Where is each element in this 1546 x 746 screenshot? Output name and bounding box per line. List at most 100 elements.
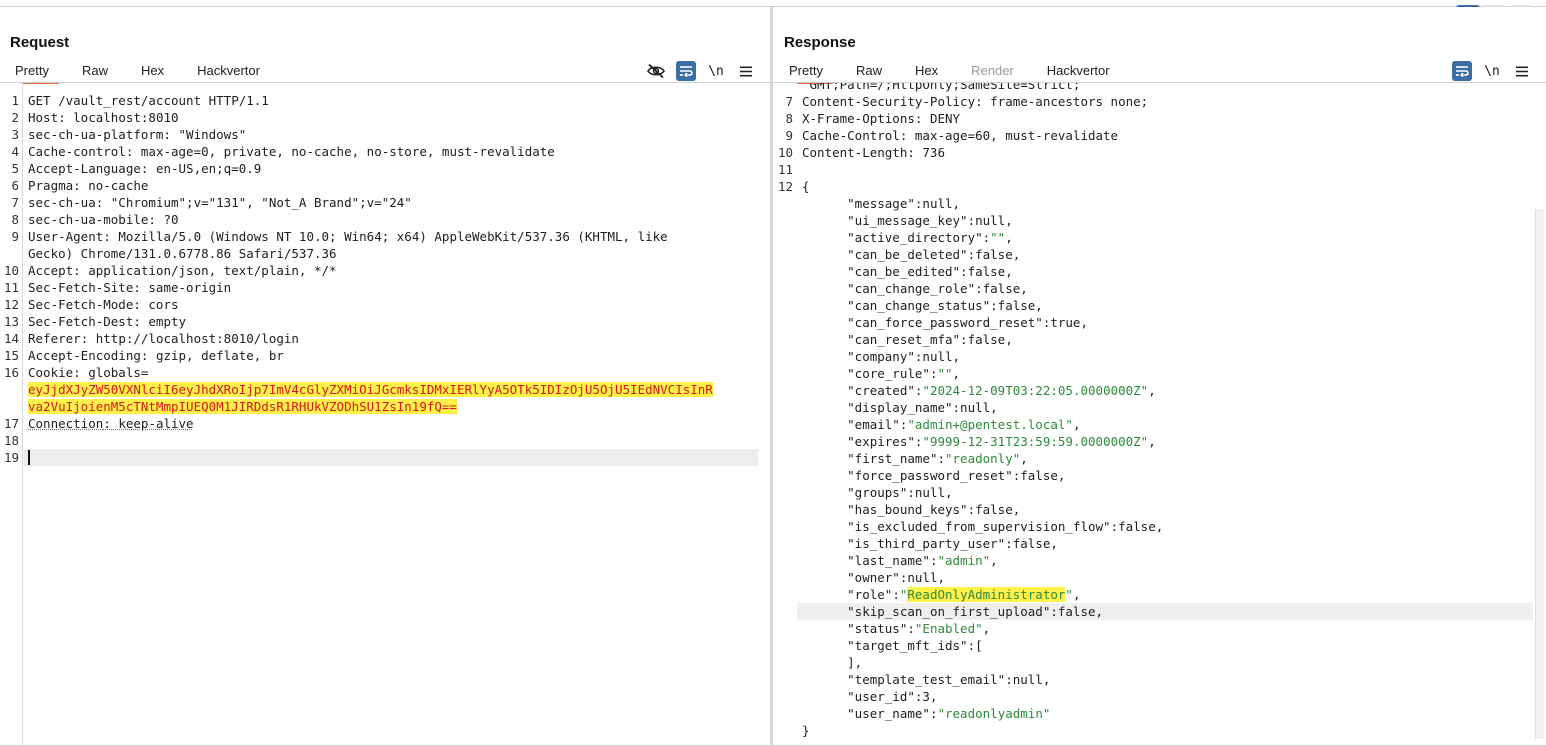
header-value: : ?0: [148, 212, 179, 227]
json-key: "core_rule": [847, 366, 930, 381]
code-line: 7 sec-ch-ua: "Chromium";v="131", "Not_A B…: [0, 194, 770, 211]
line-number: 1: [11, 93, 19, 108]
line-content: sec-ch-ua-platform: "Windows": [28, 126, 246, 143]
line-content: "is_third_party_user":false,: [802, 535, 1058, 552]
header-name: Accept-Encoding: [28, 348, 141, 363]
line-content: Accept: application/json, text/plain, */…: [28, 262, 337, 279]
line-content: Sec-Fetch-Site: same-origin: [28, 279, 231, 296]
eye-off-icon[interactable]: [646, 61, 666, 81]
request-editor[interactable]: 1 GET /vault_rest/account HTTP/1.1 2 Host: …: [0, 83, 770, 746]
line-number: 9: [11, 229, 19, 244]
code-line: 4 Cache-control: max-age=0, private, no-c…: [0, 143, 770, 160]
request-toolbar: \n: [636, 59, 756, 83]
line-number: 10: [777, 145, 793, 160]
line-number: 8: [785, 111, 793, 126]
line-content: Content-Length: 736: [802, 144, 945, 161]
code-line: "can_reset_mfa":false,: [773, 331, 1546, 348]
json-key: "expires": [847, 434, 915, 449]
header-value: : en-US,en;q=0.9: [140, 161, 262, 176]
line-content: "user_name":"readonlyadmin": [802, 705, 1050, 722]
tab-raw[interactable]: Raw: [72, 59, 118, 83]
header-value: : gzip, deflate, br: [140, 348, 284, 363]
json-value: ,: [1020, 451, 1028, 466]
code-line: "can_be_deleted":false,: [773, 246, 1546, 263]
tab-hackvertor[interactable]: Hackvertor: [1037, 59, 1120, 83]
tab-pretty[interactable]: Pretty: [5, 59, 59, 84]
newline-toggle[interactable]: \n: [1482, 61, 1502, 81]
line-content: GMT;Path=/;HttpOnly;SameSite=Strict;: [802, 83, 1081, 93]
code-line: "first_name":"readonly",: [773, 450, 1546, 467]
tab-hex[interactable]: Hex: [905, 59, 948, 83]
line-content: "owner":null,: [802, 569, 945, 586]
json-quote: ": [1065, 587, 1073, 602]
line-number: 12: [3, 297, 19, 312]
json-string-value: "2024-12-09T03:22:05.0000000Z": [922, 383, 1149, 398]
line-content: "can_be_deleted":false,: [802, 246, 1020, 263]
json-value: :true,: [1042, 315, 1088, 330]
json-value: :null,: [952, 400, 998, 415]
line-content: "can_be_edited":false,: [802, 263, 1013, 280]
line-content: Host: localhost:8010: [28, 109, 179, 126]
header-name: Cache-Control: [802, 128, 900, 143]
line-content: "can_force_password_reset":true,: [802, 314, 1088, 331]
code-line: 7 Content-Security-Policy: frame-ancestor…: [773, 93, 1546, 110]
line-number: 11: [3, 280, 19, 295]
code-line: 8 sec-ch-ua-mobile: ?0: [0, 211, 770, 228]
code-line: 9 User-Agent: Mozilla/5.0 (Windows NT 10.…: [0, 228, 770, 245]
line-content: "is_excluded_from_supervision_flow":fals…: [802, 518, 1163, 535]
json-string-value: "admin+@pentest.local": [907, 417, 1073, 432]
json-key: "can_change_role": [847, 281, 976, 296]
json-key: "skip_scan_on_first_upload": [847, 604, 1051, 619]
code-line: "active_directory":"",: [773, 229, 1546, 246]
newline-toggle[interactable]: \n: [706, 61, 726, 81]
tab-hackvertor[interactable]: Hackvertor: [187, 59, 270, 83]
json-value: ,: [1148, 434, 1156, 449]
code-line: "message":null,: [773, 195, 1546, 212]
json-string-value: "Enabled": [914, 621, 983, 636]
code-line: 3 sec-ch-ua-platform: "Windows": [0, 126, 770, 143]
response-editor[interactable]: GMT;Path=/;HttpOnly;SameSite=Strict; 7 Con…: [773, 83, 1546, 746]
json-value: :null,: [914, 196, 961, 211]
line-content: User-Agent: Mozilla/5.0 (Windows NT 10.0…: [28, 228, 668, 245]
hamburger-menu-icon[interactable]: [1512, 61, 1532, 81]
wrap-lines-icon[interactable]: [1452, 61, 1472, 81]
response-scrollbar[interactable]: [1535, 209, 1544, 739]
json-key: "groups": [847, 485, 908, 500]
code-line: 11 Sec-Fetch-Site: same-origin: [0, 279, 770, 296]
line-number: 11: [777, 162, 793, 177]
json-key: "is_excluded_from_supervision_flow": [847, 519, 1111, 534]
header-name: Content-Security-Policy: [802, 94, 976, 109]
json-value: :null,: [907, 485, 953, 500]
header-name: Sec-Fetch-Mode: [28, 297, 134, 312]
code-line: 13 Sec-Fetch-Dest: empty: [0, 313, 770, 330]
json-key: "can_force_password_reset": [847, 315, 1043, 330]
line-content: Cookie: globals=: [28, 364, 148, 381]
json-value: :null,: [1005, 672, 1051, 687]
line-number: 6: [11, 178, 19, 193]
line-content: Accept-Language: en-US,en;q=0.9: [28, 160, 261, 177]
json-key: "active_directory": [847, 230, 983, 245]
line-number: 18: [3, 433, 19, 448]
line-content: sec-ch-ua-mobile: ?0: [28, 211, 179, 228]
code-line: "is_excluded_from_supervision_flow":fals…: [773, 518, 1546, 535]
line-content: "display_name":null,: [802, 399, 998, 416]
line-content: Sec-Fetch-Mode: cors: [28, 296, 179, 313]
line-content: "message":null,: [802, 195, 960, 212]
tab-pretty[interactable]: Pretty: [779, 59, 833, 84]
code-line: ],: [773, 654, 1546, 671]
wrap-lines-icon[interactable]: [676, 61, 696, 81]
hamburger-menu-icon[interactable]: [736, 61, 756, 81]
tab-hex[interactable]: Hex: [131, 59, 174, 83]
code-line: Gecko) Chrome/131.0.6778.86 Safari/537.3…: [0, 245, 770, 262]
line-content: "ui_message_key":null,: [802, 212, 1013, 229]
json-string-value: "readonly": [945, 451, 1021, 466]
line-content: }: [802, 722, 810, 739]
line-content: "created":"2024-12-09T03:22:05.0000000Z"…: [802, 382, 1156, 399]
json-value: :false,: [990, 298, 1043, 313]
tab-raw[interactable]: Raw: [846, 59, 892, 83]
